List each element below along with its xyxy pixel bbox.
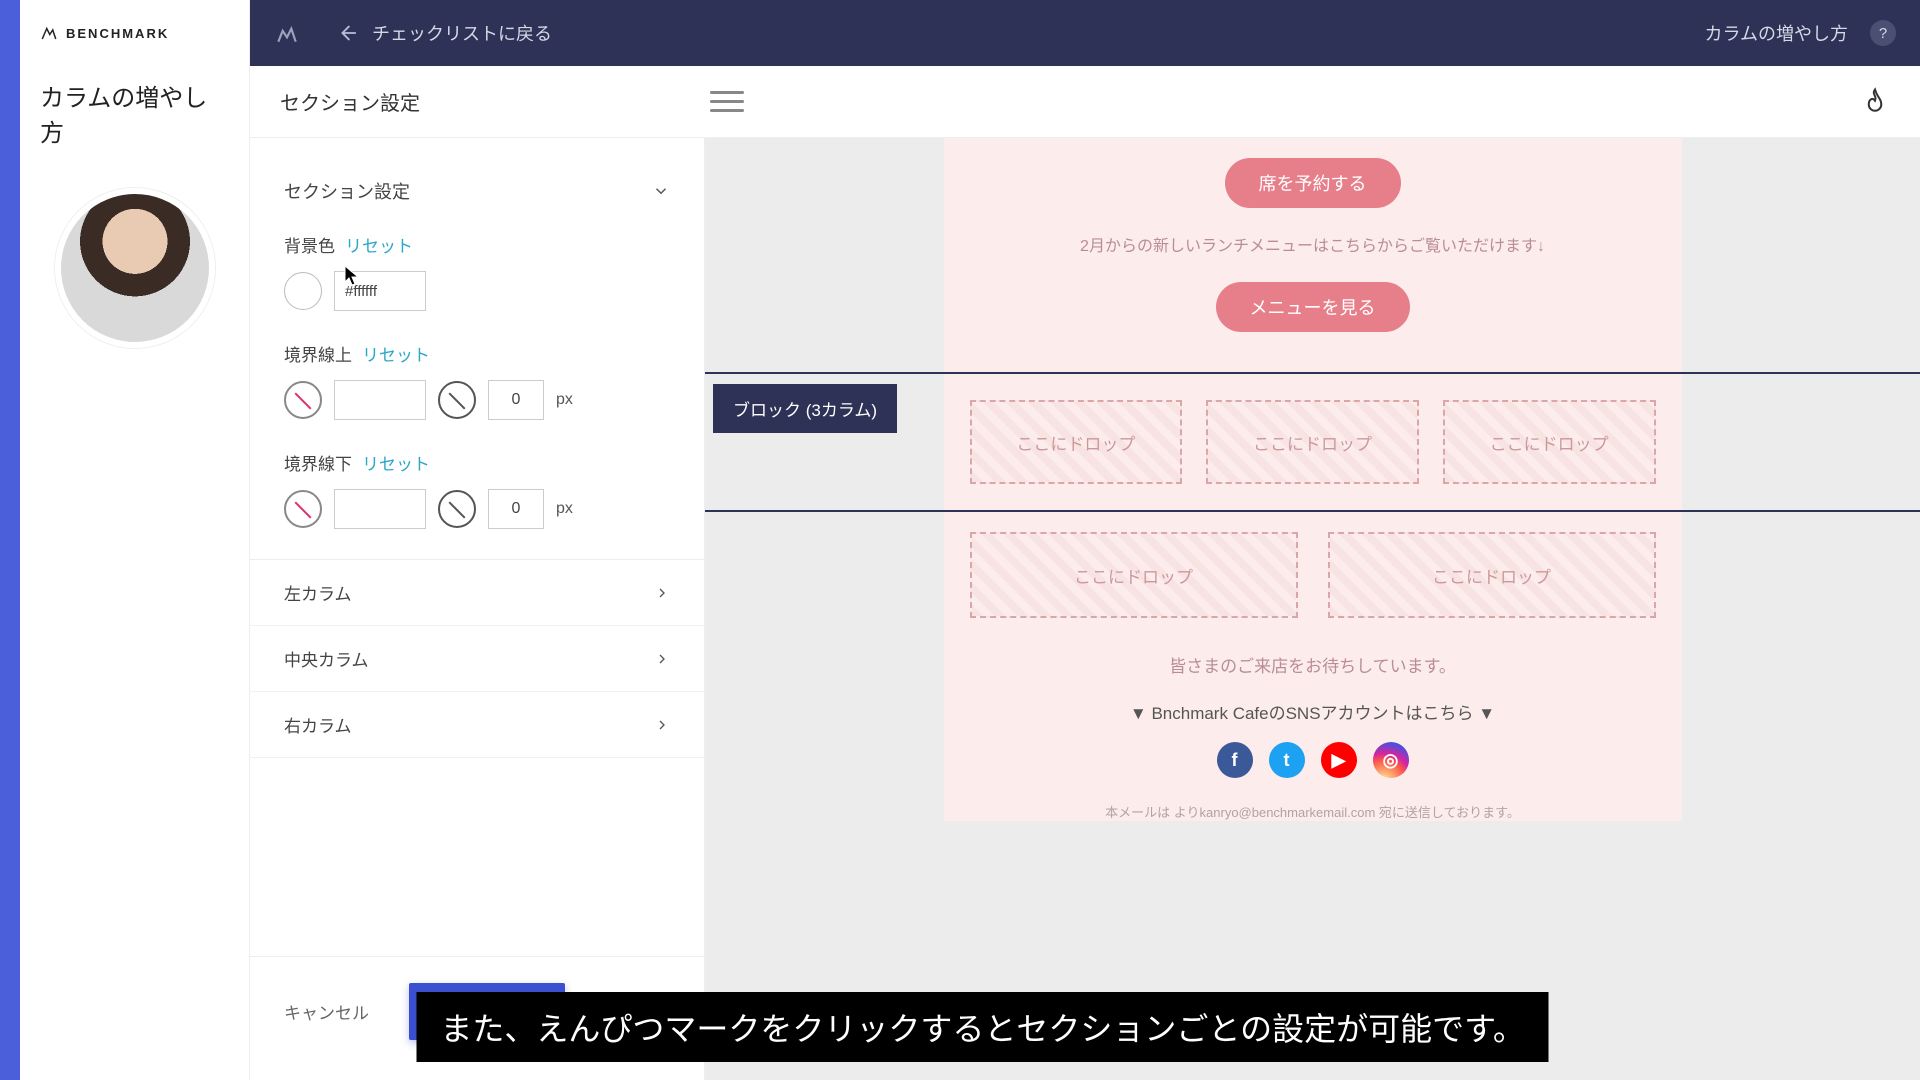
app-logo-icon[interactable]: [274, 20, 300, 46]
editor-subbar: セクション設定: [250, 66, 1920, 138]
right-column-nav[interactable]: 右カラム: [250, 692, 704, 758]
reserve-button[interactable]: 席を予約する: [1225, 158, 1401, 208]
activity-icon[interactable]: [1860, 87, 1890, 117]
tutorial-caption: また、えんぴつマークをクリックするとセクションごとの設定が可能です。: [416, 992, 1548, 1062]
arrow-left-icon: [336, 22, 358, 44]
sns-heading: ▼ Bnchmark CafeのSNSアカウントはこちら ▼: [944, 699, 1682, 724]
drop-zone[interactable]: ここにドロップ: [970, 532, 1298, 618]
border-top-width-input[interactable]: [488, 380, 544, 420]
tutorial-rail: [0, 0, 20, 1080]
benchmark-mark-icon: [40, 24, 58, 42]
hamburger-icon[interactable]: [710, 91, 744, 112]
facebook-icon[interactable]: f: [1217, 742, 1253, 778]
border-bottom-color-input[interactable]: [334, 489, 426, 529]
chevron-down-icon: [652, 182, 670, 200]
border-bottom-width-input[interactable]: [488, 489, 544, 529]
border-bottom-style-swatch[interactable]: [438, 490, 476, 528]
lunch-text: 2月からの新しいランチメニューはこちらからご覧いただけます↓: [944, 232, 1682, 256]
drop-zone[interactable]: ここにドロップ: [970, 400, 1183, 484]
tutorial-title: カラムの増やし方: [40, 78, 229, 148]
border-top-color-input[interactable]: [334, 380, 426, 420]
section-settings-header[interactable]: セクション設定: [284, 168, 670, 232]
back-to-checklist[interactable]: チェックリストに戻る: [336, 20, 552, 46]
presenter-avatar: [55, 188, 215, 348]
border-bottom-color-swatch[interactable]: [284, 490, 322, 528]
brand-logo: BENCHMARK: [40, 24, 229, 42]
unit-label: px: [556, 391, 573, 409]
border-bottom-label: 境界線下: [284, 450, 352, 475]
two-column-block[interactable]: ここにドロップ ここにドロップ: [944, 532, 1682, 618]
left-column-nav[interactable]: 左カラム: [250, 560, 704, 626]
chevron-right-icon: [654, 585, 670, 601]
block-tag[interactable]: ブロック (3カラム): [713, 384, 897, 433]
cancel-button[interactable]: キャンセル: [284, 999, 369, 1024]
border-top-style-swatch[interactable]: [438, 381, 476, 419]
center-column-label: 中央カラム: [284, 646, 369, 671]
bg-color-label: 背景色: [284, 232, 335, 257]
chevron-right-icon: [654, 717, 670, 733]
youtube-icon[interactable]: ▶: [1321, 742, 1357, 778]
right-column-label: 右カラム: [284, 712, 352, 737]
bg-color-input[interactable]: [334, 271, 426, 311]
unit-label: px: [556, 500, 573, 518]
fineprint: 本メールは よりkanryo@benchmarkemail.com 宛に送信して…: [944, 802, 1682, 821]
chevron-right-icon: [654, 651, 670, 667]
border-top-reset[interactable]: リセット: [362, 341, 430, 366]
bg-reset[interactable]: リセット: [345, 232, 413, 257]
app-topbar: チェックリストに戻る カラムの増やし方 ?: [250, 0, 1920, 66]
subbar-title: セクション設定: [280, 87, 420, 116]
tutorial-sidebar: BENCHMARK カラムの増やし方: [20, 0, 250, 1080]
visit-text: 皆さまのご来店をお待ちしています。: [944, 652, 1682, 677]
center-column-nav[interactable]: 中央カラム: [250, 626, 704, 692]
drop-zone[interactable]: ここにドロップ: [1443, 400, 1656, 484]
twitter-icon[interactable]: t: [1269, 742, 1305, 778]
brand-text: BENCHMARK: [66, 26, 169, 41]
menu-button[interactable]: メニューを見る: [1216, 282, 1410, 332]
border-top-label: 境界線上: [284, 341, 352, 366]
back-label: チェックリストに戻る: [372, 20, 552, 46]
border-top-color-swatch[interactable]: [284, 381, 322, 419]
border-bottom-reset[interactable]: リセット: [362, 450, 430, 475]
topbar-page-title: カラムの増やし方: [1705, 20, 1848, 46]
instagram-icon[interactable]: ◎: [1373, 742, 1409, 778]
drop-zone[interactable]: ここにドロップ: [1328, 532, 1656, 618]
left-column-label: 左カラム: [284, 580, 352, 605]
section-settings-panel: セクション設定 背景色 リセット: [250, 138, 705, 1080]
bg-color-swatch[interactable]: [284, 272, 322, 310]
editor-canvas[interactable]: 席を予約する 2月からの新しいランチメニューはこちらからご覧いただけます↓ メニ…: [705, 138, 1920, 1080]
drop-zone[interactable]: ここにドロップ: [1206, 400, 1419, 484]
section-settings-label: セクション設定: [284, 178, 410, 204]
help-icon[interactable]: ?: [1870, 20, 1896, 46]
